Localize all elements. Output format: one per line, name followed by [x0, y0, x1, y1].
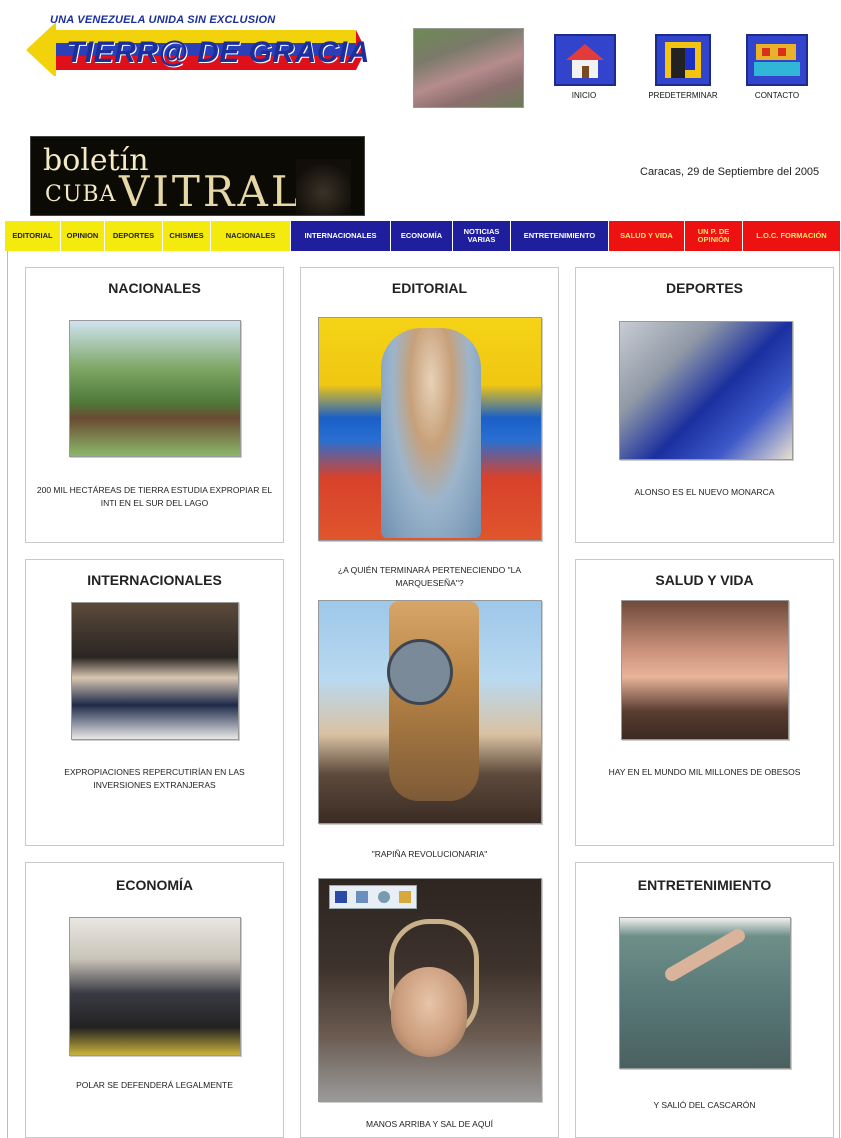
contacto-label: CONTACTO	[754, 91, 800, 100]
vitral-figure-graphic	[296, 159, 351, 215]
print-icon[interactable]	[356, 891, 369, 903]
card-internacionales[interactable]: INTERNACIONALES EXPROPIACIONES REPERCUTI…	[25, 559, 284, 846]
card-nacionales-caption[interactable]: 200 MIL HECTÁREAS DE TIERRA ESTUDIA EXPR…	[36, 484, 273, 510]
contacto-button[interactable]: CONTACTO	[746, 34, 808, 100]
card-nacionales[interactable]: NACIONALES 200 MIL HECTÁREAS DE TIERRA E…	[25, 267, 284, 543]
card-entretenimiento-title: ENTRETENIMIENTO	[637, 877, 772, 893]
nav-nacionales[interactable]: NACIONALES	[211, 221, 291, 251]
site-logo[interactable]: UNA VENEZUELA UNIDA SIN EXCLUSION TIERR@…	[26, 14, 369, 76]
editorial-caption-2[interactable]: "RAPIÑA REVOLUCIONARIA"	[311, 848, 548, 861]
editorial-caption-1[interactable]: ¿A QUIÉN TERMINARÁ PERTENECIENDO "LA MAR…	[311, 564, 548, 590]
nav-punto-de-opinion[interactable]: UN P. DE OPINIÓN	[685, 221, 743, 251]
predeterminar-button[interactable]: PREDETERMINAR	[638, 34, 728, 100]
deportes-photo[interactable]	[619, 321, 793, 460]
card-salud-title: SALUD Y VIDA	[655, 572, 754, 588]
editorial-photo-1[interactable]	[318, 317, 542, 541]
door-icon	[655, 34, 711, 86]
card-deportes-caption[interactable]: ALONSO ES EL NUEVO MONARCA	[586, 486, 823, 499]
nav-chismes[interactable]: CHISMES	[163, 221, 211, 251]
card-entretenimiento-caption[interactable]: Y SALIÓ DEL CASCARÓN	[586, 1099, 823, 1112]
banner-title: TIERR@ DE GRACIA	[66, 36, 370, 69]
card-salud-y-vida[interactable]: SALUD Y VIDA HAY EN EL MUNDO MIL MILLONE…	[575, 559, 834, 846]
inicio-label: INICIO	[571, 91, 597, 100]
nacionales-photo[interactable]	[69, 320, 241, 457]
nav-internacionales[interactable]: INTERNACIONALES	[291, 221, 391, 251]
card-economia[interactable]: ECONOMÍA POLAR SE DEFENDERÁ LEGALMENTE	[25, 862, 284, 1138]
date-text: Caracas, 29 de Septiembre del 2005	[640, 166, 820, 178]
nav-opinion[interactable]: OPINION	[61, 221, 105, 251]
card-salud-caption[interactable]: HAY EN EL MUNDO MIL MILLONES DE OBESOS	[586, 766, 823, 779]
aerial-crowd-photo	[413, 28, 524, 108]
vitral-cuba-text: CUBA	[45, 182, 117, 207]
nav-deportes[interactable]: DEPORTES	[105, 221, 163, 251]
vitral-title: VITRAL	[119, 167, 302, 216]
predeterminar-label: PREDETERMINAR	[648, 91, 718, 100]
house-icon	[554, 34, 616, 86]
section-nav-bar: EDITORIAL OPINION DEPORTES CHISMES NACIO…	[5, 221, 841, 251]
nav-economia[interactable]: ECONOMÍA	[391, 221, 453, 251]
desk-icon	[746, 34, 808, 86]
editorial-figure-graphic	[381, 328, 481, 538]
face-graphic	[391, 967, 467, 1057]
nav-editorial[interactable]: EDITORIAL	[5, 221, 61, 251]
card-deportes[interactable]: DEPORTES ALONSO ES EL NUEVO MONARCA	[575, 267, 834, 543]
salud-photo[interactable]	[621, 600, 789, 740]
entretenimiento-photo[interactable]	[619, 917, 791, 1069]
hat-graphic	[387, 639, 453, 705]
nav-salud-y-vida[interactable]: SALUD Y VIDA	[609, 221, 685, 251]
card-editorial: EDITORIAL ¿A QUIÉN TERMINARÁ PERTENECIEN…	[300, 267, 559, 1138]
card-economia-title: ECONOMÍA	[116, 877, 193, 893]
inicio-button[interactable]: INICIO	[554, 34, 616, 100]
dancer-figure-graphic	[662, 926, 748, 984]
nav-entretenimiento[interactable]: ENTRETENIMIENTO	[511, 221, 609, 251]
card-nacionales-title: NACIONALES	[108, 280, 201, 296]
editorial-photo-3[interactable]	[318, 878, 542, 1102]
save-icon[interactable]	[334, 891, 347, 903]
card-editorial-title: EDITORIAL	[391, 280, 468, 296]
card-internacionales-caption[interactable]: EXPROPIACIONES REPERCUTIRÍAN EN LAS INVE…	[36, 766, 273, 792]
card-internacionales-title: INTERNACIONALES	[87, 572, 222, 588]
nav-noticias-varias[interactable]: NOTICIAS VARIAS	[453, 221, 511, 251]
internacionales-photo[interactable]	[71, 602, 239, 740]
card-deportes-title: DEPORTES	[665, 280, 743, 296]
boletin-vitral-banner[interactable]: boletín CUBA VITRAL	[30, 136, 365, 216]
card-entretenimiento[interactable]: ENTRETENIMIENTO Y SALIÓ DEL CASCARÓN	[575, 862, 834, 1138]
banner-slogan: UNA VENEZUELA UNIDA SIN EXCLUSION	[50, 14, 276, 26]
economia-photo[interactable]	[69, 917, 241, 1056]
nav-loc-formacion[interactable]: L.O.C. FORMACIÓN	[743, 221, 841, 251]
email-icon[interactable]	[377, 891, 390, 903]
editorial-photo-2[interactable]	[318, 600, 542, 824]
folder-icon[interactable]	[399, 891, 412, 903]
image-toolbar	[329, 885, 417, 909]
editorial-caption-3[interactable]: MANOS ARRIBA Y SAL DE AQUÍ	[311, 1118, 548, 1131]
card-economia-caption[interactable]: POLAR SE DEFENDERÁ LEGALMENTE	[36, 1079, 273, 1092]
